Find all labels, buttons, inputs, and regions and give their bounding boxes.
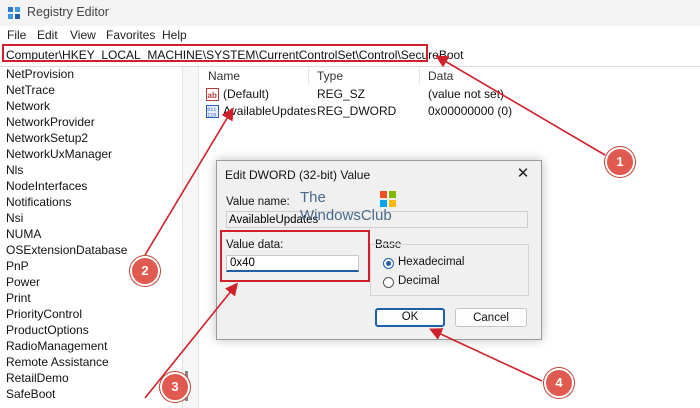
watermark: The WindowsClub: [300, 189, 410, 231]
tree-item[interactable]: PriorityControl: [6, 307, 82, 321]
hexadecimal-radio[interactable]: [383, 258, 394, 269]
column-type[interactable]: Type: [317, 67, 343, 85]
value-name-label: Value name:: [226, 196, 290, 208]
callout-badge-2: 2: [130, 256, 160, 286]
value-data: (value not set): [428, 87, 505, 101]
hexadecimal-label[interactable]: Hexadecimal: [398, 256, 464, 268]
menu-edit[interactable]: Edit: [37, 28, 58, 42]
close-icon[interactable]: ✕: [514, 165, 532, 183]
decimal-label[interactable]: Decimal: [398, 275, 440, 287]
callout-badge-3: 3: [160, 372, 190, 402]
tree-item[interactable]: Remote Assistance: [6, 355, 109, 369]
value-row[interactable]: ab (Default) REG_SZ (value not set): [200, 86, 688, 103]
tree-item[interactable]: Power: [6, 275, 40, 289]
tree-item[interactable]: NetworkProvider: [6, 115, 95, 129]
tree-item[interactable]: Nsi: [6, 211, 23, 225]
value-data: 0x00000000 (0): [428, 104, 513, 118]
tree-item[interactable]: RadioManagement: [6, 339, 107, 353]
string-value-icon: ab: [206, 88, 219, 101]
value-row[interactable]: 011 110 AvailableUpdates REG_DWORD 0x000…: [200, 103, 688, 120]
window-title: Registry Editor: [27, 5, 109, 19]
column-name[interactable]: Name: [208, 67, 240, 85]
menu-favorites[interactable]: Favorites: [106, 28, 155, 42]
key-tree: NetProvision NetTrace Network NetworkPro…: [0, 67, 183, 408]
address-highlight-box: [2, 44, 428, 62]
tree-item[interactable]: NetworkSetup2: [6, 131, 88, 145]
column-separator[interactable]: [419, 67, 420, 85]
tree-item[interactable]: SafeBoot: [6, 387, 55, 401]
watermark-line2: WindowsClub: [300, 207, 392, 224]
svg-text:110: 110: [207, 113, 216, 119]
base-group: [370, 244, 529, 296]
tree-item[interactable]: PnP: [6, 259, 29, 273]
value-name: (Default): [223, 87, 270, 101]
title-bar: Registry Editor: [0, 0, 700, 26]
tree-item[interactable]: ProductOptions: [6, 323, 89, 337]
value-data-highlight-box: [220, 230, 370, 282]
tree-item[interactable]: Notifications: [6, 195, 71, 209]
value-type: REG_SZ: [317, 87, 366, 101]
tree-item[interactable]: Nls: [6, 163, 23, 177]
values-scrollbar[interactable]: [686, 67, 700, 408]
tree-item[interactable]: NetTrace: [6, 83, 55, 97]
column-separator[interactable]: [308, 67, 309, 85]
tree-scrollbar[interactable]: [183, 67, 199, 408]
tree-item[interactable]: NetProvision: [6, 67, 74, 81]
menu-bar: File Edit View Favorites Help: [0, 26, 700, 44]
tree-item[interactable]: NUMA: [6, 227, 41, 241]
menu-file[interactable]: File: [7, 28, 26, 42]
registry-editor-icon: [8, 7, 20, 19]
column-data[interactable]: Data: [428, 67, 453, 85]
cancel-button[interactable]: Cancel: [455, 308, 527, 327]
callout-badge-1: 1: [605, 147, 635, 177]
edit-dword-dialog: Edit DWORD (32-bit) Value ✕ Value name: …: [216, 160, 542, 340]
dword-value-icon: 011 110: [206, 105, 219, 118]
tree-item[interactable]: NetworkUxManager: [6, 147, 112, 161]
dialog-title: Edit DWORD (32-bit) Value: [225, 168, 371, 182]
watermark-line1: The: [300, 189, 326, 206]
menu-help[interactable]: Help: [162, 28, 187, 42]
svg-text:ab: ab: [208, 91, 217, 100]
tree-item[interactable]: OSExtensionDatabase: [6, 243, 127, 257]
value-type: REG_DWORD: [317, 104, 397, 118]
decimal-radio[interactable]: [383, 277, 394, 288]
windows-logo-icon: [380, 191, 396, 207]
tree-item[interactable]: NodeInterfaces: [6, 179, 87, 193]
menu-view[interactable]: View: [70, 28, 96, 42]
tree-item[interactable]: RetailDemo: [6, 371, 69, 385]
tree-item[interactable]: Print: [6, 291, 31, 305]
value-name: AvailableUpdates: [223, 104, 317, 118]
tree-item[interactable]: Network: [6, 99, 50, 113]
ok-button[interactable]: OK: [375, 308, 445, 327]
callout-badge-4: 4: [544, 368, 574, 398]
